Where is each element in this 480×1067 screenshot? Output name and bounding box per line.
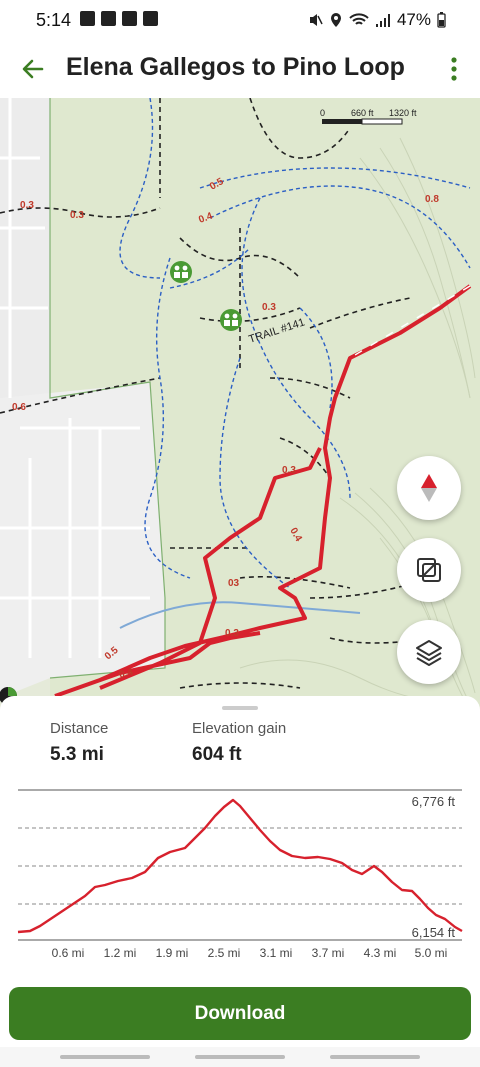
segment-label: 03 bbox=[228, 578, 240, 589]
min-elevation-label: 6,154 ft bbox=[412, 925, 456, 940]
x-tick-label: 1.2 mi bbox=[104, 946, 137, 960]
nav-recent-apps[interactable] bbox=[60, 1055, 150, 1059]
picnic-area-icon[interactable] bbox=[220, 309, 242, 331]
nav-home[interactable] bbox=[195, 1055, 285, 1059]
gmail-icon bbox=[122, 11, 137, 26]
distance-label: Distance bbox=[50, 720, 109, 737]
signal-icon bbox=[375, 14, 390, 27]
layers-icon bbox=[416, 640, 442, 666]
back-arrow-icon[interactable] bbox=[18, 54, 48, 84]
elevation-profile-chart[interactable]: 6,776 ft 6,154 ft 0.6 mi 1.2 mi 1.9 mi 2… bbox=[0, 786, 480, 966]
max-elevation-label: 6,776 ft bbox=[412, 794, 456, 809]
download-button[interactable]: Download bbox=[9, 987, 471, 1040]
picnic-area-icon[interactable] bbox=[170, 261, 192, 283]
urban-area-left bbox=[0, 383, 165, 698]
trail-map[interactable]: TRAIL #141 0.3 0.3 0.5 0.4 0.8 0.3 0.6 0… bbox=[0, 98, 480, 710]
x-tick-label: 2.5 mi bbox=[208, 946, 241, 960]
battery-icon bbox=[437, 12, 446, 28]
elevation-gain-label: Elevation gain bbox=[192, 720, 287, 737]
elevation-gain-value: 604 ft bbox=[192, 744, 242, 765]
location-icon bbox=[330, 13, 341, 27]
x-tick-label: 0.6 mi bbox=[52, 946, 85, 960]
sheet-drag-handle[interactable] bbox=[222, 706, 258, 710]
nav-back[interactable] bbox=[330, 1055, 420, 1059]
segment-label: 0.3 bbox=[282, 465, 296, 476]
overlay-icon bbox=[417, 558, 441, 582]
slack-icon bbox=[80, 11, 95, 26]
scale-label: 660 ft bbox=[351, 108, 374, 118]
x-tick-label: 4.3 mi bbox=[364, 946, 397, 960]
notification-icons bbox=[80, 11, 158, 26]
x-tick-label: 5.0 mi bbox=[415, 946, 448, 960]
segment-label: 0.3 bbox=[262, 302, 276, 313]
segment-label: 0.6 bbox=[12, 402, 26, 413]
nt-icon bbox=[101, 11, 116, 26]
map-layers-button[interactable] bbox=[397, 620, 461, 684]
system-nav-bar bbox=[0, 1047, 480, 1067]
compass-icon bbox=[421, 474, 437, 502]
app-header: Elena Gallegos to Pino Loop bbox=[0, 40, 480, 98]
more-options-icon[interactable] bbox=[448, 54, 460, 84]
status-bar: 5:14 47% bbox=[0, 0, 480, 40]
x-tick-label: 3.1 mi bbox=[260, 946, 293, 960]
scale-label: 0 bbox=[320, 108, 325, 118]
urban-area-top bbox=[0, 98, 50, 398]
battery-percent: 47% bbox=[396, 10, 431, 29]
segment-label: 0.8 bbox=[425, 194, 439, 205]
segment-label: 0.3 bbox=[20, 200, 34, 211]
segment-label: 0.3 bbox=[225, 628, 239, 639]
page-title: Elena Gallegos to Pino Loop bbox=[66, 53, 405, 81]
wifi-icon bbox=[349, 13, 369, 25]
overlay-toggle-button[interactable] bbox=[397, 538, 461, 602]
segment-label: 0.3 bbox=[70, 210, 84, 221]
distance-value: 5.3 mi bbox=[50, 744, 104, 765]
details-sheet: Distance 5.3 mi Elevation gain 604 ft 6,… bbox=[0, 696, 480, 1067]
scale-label: 1320 ft bbox=[389, 108, 417, 118]
mute-icon bbox=[309, 14, 323, 26]
gallery-icon bbox=[143, 11, 158, 26]
x-axis-ticks: 0.6 mi 1.2 mi 1.9 mi 2.5 mi 3.1 mi 3.7 m… bbox=[52, 946, 448, 960]
x-tick-label: 3.7 mi bbox=[312, 946, 345, 960]
status-time: 5:14 bbox=[36, 10, 72, 30]
status-right: 47% bbox=[307, 10, 446, 30]
compass-button[interactable] bbox=[397, 456, 461, 520]
x-tick-label: 1.9 mi bbox=[156, 946, 189, 960]
